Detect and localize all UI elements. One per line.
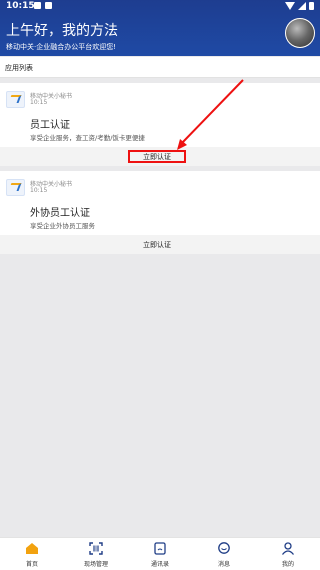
card-action-bar: 立即认证 bbox=[0, 235, 320, 254]
welcome-text: 移动中关·企业融合办公平台欢迎您! bbox=[6, 43, 117, 51]
message-icon bbox=[218, 542, 230, 554]
wifi-icon bbox=[285, 2, 295, 10]
contacts-icon bbox=[154, 542, 166, 555]
tab-label: 通讯录 bbox=[150, 561, 169, 568]
card-time: 10:15 bbox=[30, 99, 48, 106]
employee-auth-card: 移动中关小秘书 10:15 员工认证 享受企业服务，查工资/考勤/饭卡更便捷 立… bbox=[0, 83, 320, 166]
system-icons bbox=[285, 2, 314, 10]
verify-now-button[interactable]: 立即认证 bbox=[128, 238, 186, 251]
app-list-section: 应用列表 bbox=[0, 57, 320, 78]
tab-label: 现场管理 bbox=[83, 561, 108, 568]
battery-icon bbox=[309, 2, 314, 10]
contractor-auth-card: 移动中关小秘书 10:15 外协员工认证 享受企业外协员工服务 立即认证 bbox=[0, 171, 320, 254]
card-description: 享受企业服务，查工资/考勤/饭卡更便捷 bbox=[30, 134, 145, 142]
tab-label: 消息 bbox=[217, 561, 230, 568]
app-logo-icon bbox=[6, 91, 25, 108]
tab-label: 首页 bbox=[25, 561, 38, 568]
user-icon bbox=[281, 542, 295, 555]
card-title: 外协员工认证 bbox=[30, 208, 90, 219]
tab-home[interactable]: 首页 bbox=[0, 538, 64, 570]
section-label: 应用列表 bbox=[5, 64, 33, 72]
tab-contacts[interactable]: 通讯录 bbox=[128, 538, 192, 570]
app-logo-icon bbox=[6, 179, 25, 196]
tab-messages[interactable]: 消息 bbox=[192, 538, 256, 570]
home-icon bbox=[26, 543, 38, 554]
verify-now-button[interactable]: 立即认证 bbox=[128, 150, 186, 163]
notification-icon bbox=[45, 2, 52, 9]
card-title: 员工认证 bbox=[30, 120, 70, 131]
notification-icons bbox=[34, 2, 52, 9]
notification-icon bbox=[34, 2, 41, 9]
app-header: 10:15 上午好，我的方法 移动中关·企业融合办公平台欢迎您! bbox=[0, 0, 320, 56]
tab-profile[interactable]: 我的 bbox=[256, 538, 320, 570]
scan-icon bbox=[89, 542, 103, 555]
tab-label: 我的 bbox=[281, 561, 294, 568]
bottom-tab-bar: 首页 现场管理 通讯录 消息 我的 bbox=[0, 537, 320, 570]
card-content[interactable]: 移动中关小秘书 10:15 员工认证 享受企业服务，查工资/考勤/饭卡更便捷 bbox=[0, 83, 320, 147]
avatar[interactable] bbox=[285, 18, 315, 48]
status-time: 10:15 bbox=[6, 1, 35, 11]
card-description: 享受企业外协员工服务 bbox=[30, 222, 95, 230]
greeting-title: 上午好，我的方法 bbox=[6, 23, 118, 39]
card-content[interactable]: 移动中关小秘书 10:15 外协员工认证 享受企业外协员工服务 bbox=[0, 171, 320, 235]
card-time: 10:15 bbox=[30, 187, 48, 194]
card-action-bar: 立即认证 bbox=[0, 147, 320, 166]
status-bar: 10:15 bbox=[0, 0, 320, 13]
signal-icon bbox=[298, 2, 306, 10]
tab-field-management[interactable]: 现场管理 bbox=[64, 538, 128, 570]
